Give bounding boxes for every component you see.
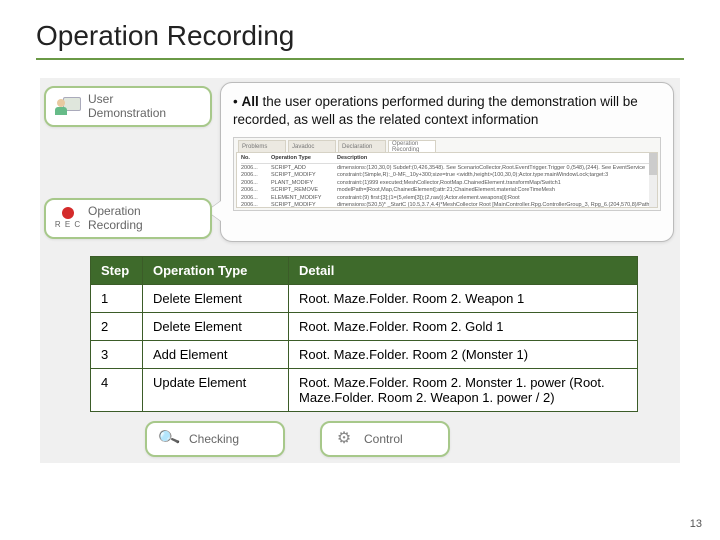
- log-row: 2006...SCRIPT_MODIFYconstraint:(Simple,R…: [241, 172, 655, 179]
- node-label: Operation Recording: [88, 204, 143, 233]
- table-row: 3 Add Element Root. Maze.Folder. Room 2 …: [91, 341, 638, 369]
- node-operation-recording: R E C Operation Recording: [44, 198, 212, 239]
- node-label: User Demonstration: [88, 92, 166, 121]
- table-row: 4 Update Element Root. Maze.Folder. Room…: [91, 369, 638, 412]
- log-row: 2006...SCRIPT_ADDdimensions:(120,30,0) S…: [241, 165, 655, 172]
- th-type: Operation Type: [143, 257, 289, 285]
- operations-table: Step Operation Type Detail 1 Delete Elem…: [90, 256, 638, 412]
- cell-step: 3: [91, 341, 143, 369]
- log-tabs: Problems Javadoc Declaration Operation R…: [236, 140, 658, 152]
- log-tab: Declaration: [338, 140, 386, 152]
- log-row: 2006...ELEMENT_MODIFYconstraint:(9) firs…: [241, 195, 655, 202]
- log-row: 2006...SCRIPT_REMOVEmodelPath=[Root,Map,…: [241, 187, 655, 194]
- callout-text: • All the user operations performed duri…: [233, 93, 661, 129]
- callout-rest: the user operations performed during the…: [233, 94, 638, 127]
- cell-detail: Root. Maze.Folder. Room 2. Monster 1. po…: [289, 369, 638, 412]
- log-row: 2006...PLANT_MODIFYconstraint:(1)999 exe…: [241, 180, 655, 187]
- node-label: Checking: [189, 432, 239, 446]
- node-user-demonstration: User Demonstration: [44, 86, 212, 127]
- callout-panel: • All the user operations performed duri…: [220, 82, 674, 242]
- cell-step: 1: [91, 285, 143, 313]
- diagram-canvas: User Demonstration R E C Operation Recor…: [40, 78, 680, 463]
- th-step: Step: [91, 257, 143, 285]
- page-number: 13: [690, 518, 702, 530]
- cell-step: 2: [91, 313, 143, 341]
- log-body: No. Operation Type Description 2006...SC…: [236, 152, 658, 208]
- log-tab-active: Operation Recording: [388, 140, 436, 152]
- cell-type: Delete Element: [143, 313, 289, 341]
- cell-detail: Root. Maze.Folder. Room 2 (Monster 1): [289, 341, 638, 369]
- record-icon: R E C: [54, 206, 82, 230]
- log-header: No. Operation Type Description: [241, 155, 655, 163]
- cell-step: 4: [91, 369, 143, 412]
- callout-lead: All: [241, 94, 258, 109]
- log-tab: Problems: [238, 140, 286, 152]
- log-tab: Javadoc: [288, 140, 336, 152]
- th-detail: Detail: [289, 257, 638, 285]
- gear-icon: ⚙: [330, 427, 358, 451]
- node-control: ⚙ Control: [320, 421, 450, 457]
- cell-type: Add Element: [143, 341, 289, 369]
- node-label: Control: [364, 432, 403, 446]
- page-title: Operation Recording: [36, 20, 684, 60]
- table-header-row: Step Operation Type Detail: [91, 257, 638, 285]
- table-row: 1 Delete Element Root. Maze.Folder. Room…: [91, 285, 638, 313]
- cell-type: Update Element: [143, 369, 289, 412]
- cell-detail: Root. Maze.Folder. Room 2. Gold 1: [289, 313, 638, 341]
- cell-detail: Root. Maze.Folder. Room 2. Weapon 1: [289, 285, 638, 313]
- scrollbar: [649, 153, 657, 207]
- log-row: 2006...SCRIPT_MODIFYdimensions:(520,5)* …: [241, 202, 655, 208]
- magnifier-icon: 🔍: [152, 423, 187, 455]
- log-screenshot: Problems Javadoc Declaration Operation R…: [233, 137, 661, 211]
- table-row: 2 Delete Element Root. Maze.Folder. Room…: [91, 313, 638, 341]
- user-monitor-icon: [54, 94, 82, 118]
- slide: Operation Recording User Demonstration R…: [0, 0, 720, 540]
- node-checking: 🔍 Checking: [145, 421, 285, 457]
- cell-type: Delete Element: [143, 285, 289, 313]
